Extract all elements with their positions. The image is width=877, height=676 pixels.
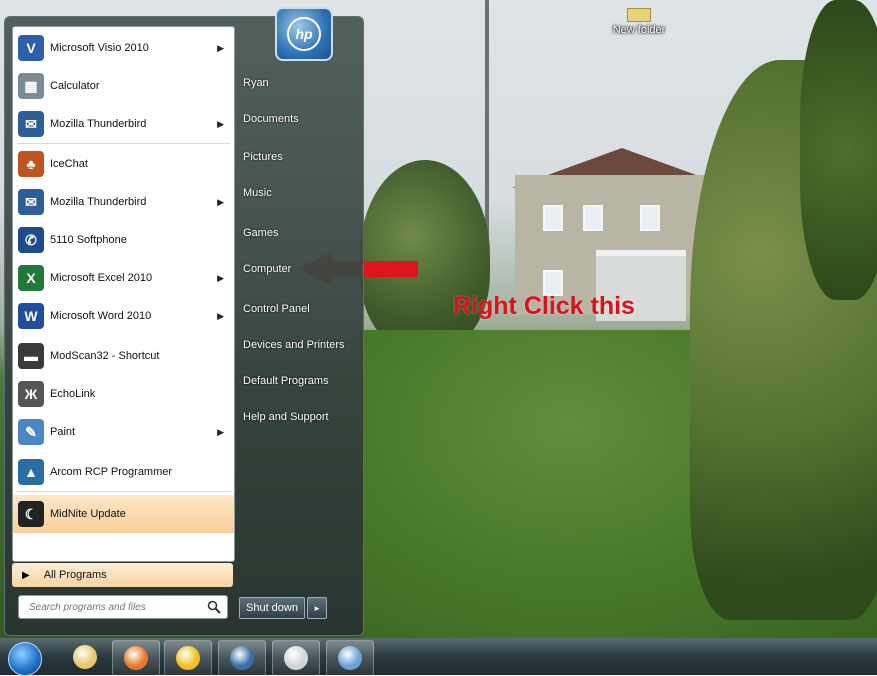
submenu-arrow-icon[interactable]: ▶ — [217, 311, 224, 322]
start-orb-icon[interactable] — [8, 642, 42, 676]
midnite-icon — [284, 646, 308, 670]
thunderbird-icon: ✉ — [18, 111, 44, 137]
user-picture[interactable]: hp — [275, 7, 333, 61]
taskbar-button[interactable] — [164, 640, 212, 676]
triangle-right-icon: ▶ — [22, 569, 30, 581]
taskbar-button[interactable] — [218, 640, 266, 676]
modscan-icon: ▬ — [18, 343, 44, 369]
program-label: IceChat — [50, 158, 88, 170]
taskbar-button[interactable] — [62, 640, 108, 674]
taskbar-button[interactable] — [326, 640, 374, 676]
programs-list: V Microsoft Visio 2010 ▶ ▦ Calculator ✉ Mozill… — [12, 26, 235, 562]
submenu-arrow-icon[interactable]: ▶ — [217, 273, 224, 284]
user-folder-link[interactable]: Ryan — [243, 77, 269, 89]
program-item[interactable]: ✎ Paint ▶ — [13, 413, 234, 451]
folder-icon — [627, 8, 651, 22]
help-support-link[interactable]: Help and Support — [243, 411, 329, 423]
word-icon: W — [18, 303, 44, 329]
program-label: MidNite Update — [50, 508, 126, 520]
program-label: Microsoft Excel 2010 — [50, 272, 153, 284]
program-item[interactable]: W Microsoft Word 2010 ▶ — [13, 297, 234, 335]
desktop-folder-icon[interactable]: New folder — [602, 8, 676, 36]
documents-link[interactable]: Documents — [243, 113, 299, 125]
submenu-arrow-icon[interactable]: ▶ — [217, 197, 224, 208]
shutdown-group: Shut down ▸ — [239, 597, 327, 619]
devices-printers-link[interactable]: Devices and Printers — [243, 339, 345, 351]
echolink-icon: Ж — [18, 381, 44, 407]
start-menu: V Microsoft Visio 2010 ▶ ▦ Calculator ✉ Mozill… — [4, 7, 364, 636]
house-window — [640, 205, 660, 231]
submenu-arrow-icon[interactable]: ▶ — [217, 119, 224, 130]
program-item[interactable]: ▦ Calculator — [13, 67, 234, 105]
program-label: Mozilla Thunderbird — [50, 118, 147, 130]
program-item[interactable]: V Microsoft Visio 2010 ▶ — [13, 29, 234, 67]
music-link[interactable]: Music — [243, 187, 272, 199]
all-programs-label: All Programs — [43, 569, 107, 581]
firefox-icon — [124, 646, 148, 670]
program-item[interactable]: X Microsoft Excel 2010 ▶ — [13, 259, 234, 297]
program-item[interactable]: ▬ ModScan32 - Shortcut — [13, 337, 234, 375]
icechat-icon: ♣ — [18, 151, 44, 177]
desktop-icon-label: New folder — [612, 24, 666, 36]
search-box[interactable] — [18, 595, 228, 619]
search-input[interactable] — [27, 600, 205, 614]
softphone-icon: ✆ — [18, 227, 44, 253]
program-label: Paint — [50, 426, 76, 438]
excel-icon: X — [18, 265, 44, 291]
midnite-icon: ☾ — [18, 501, 44, 527]
thunderbird-icon — [230, 646, 254, 670]
program-label: Calculator — [50, 80, 100, 92]
explorer-folder-icon — [73, 645, 97, 669]
program-label: 5110 Softphone — [50, 234, 127, 246]
program-item[interactable]: ✉ Mozilla Thunderbird ▶ — [13, 183, 234, 221]
thunderbird-icon: ✉ — [18, 189, 44, 215]
pictures-link[interactable]: Pictures — [243, 151, 283, 163]
taskbar-button[interactable] — [112, 640, 160, 676]
program-item[interactable]: ✆ 5110 Softphone — [13, 221, 234, 259]
program-label: ModScan32 - Shortcut — [50, 350, 160, 362]
computer-link[interactable]: Computer — [243, 263, 291, 275]
aim-icon — [176, 646, 200, 670]
program-label: Mozilla Thunderbird — [50, 196, 147, 208]
program-item[interactable]: ✉ Mozilla Thunderbird ▶ — [13, 105, 234, 143]
program-label: Microsoft Visio 2010 — [50, 42, 149, 54]
shutdown-button[interactable]: Shut down — [239, 597, 305, 619]
taskbar-button[interactable] — [272, 640, 320, 676]
visio-icon: V — [18, 35, 44, 61]
divider — [17, 143, 230, 144]
program-item[interactable]: Ж EchoLink — [13, 375, 234, 413]
program-label: Microsoft Word 2010 — [50, 310, 152, 322]
paint-icon — [338, 646, 362, 670]
program-item[interactable]: ☾ MidNite Update — [13, 495, 234, 533]
arcom-icon: ▲ — [18, 459, 44, 485]
tree-far-right — [800, 0, 877, 300]
submenu-arrow-icon[interactable]: ▶ — [217, 43, 224, 54]
search-icon[interactable] — [205, 598, 223, 616]
paint-icon: ✎ — [18, 419, 44, 445]
shutdown-options-button[interactable]: ▸ — [306, 597, 327, 619]
divider — [17, 491, 230, 492]
program-label: Arcom RCP Programmer — [50, 466, 173, 478]
annotation-text: Right Click this — [453, 292, 635, 320]
program-item[interactable]: ♣ IceChat — [13, 145, 234, 183]
program-item[interactable]: ▲ Arcom RCP Programmer — [13, 453, 234, 491]
control-panel-link[interactable]: Control Panel — [243, 303, 310, 315]
games-link[interactable]: Games — [243, 227, 278, 239]
submenu-arrow-icon[interactable]: ▶ — [217, 427, 224, 438]
calculator-icon: ▦ — [18, 73, 44, 99]
house-window — [543, 205, 563, 231]
default-programs-link[interactable]: Default Programs — [243, 375, 329, 387]
program-label: EchoLink — [50, 388, 96, 400]
hp-logo-icon: hp — [287, 17, 321, 51]
house-window — [583, 205, 603, 231]
all-programs-button[interactable]: ▶ All Programs — [12, 563, 233, 587]
